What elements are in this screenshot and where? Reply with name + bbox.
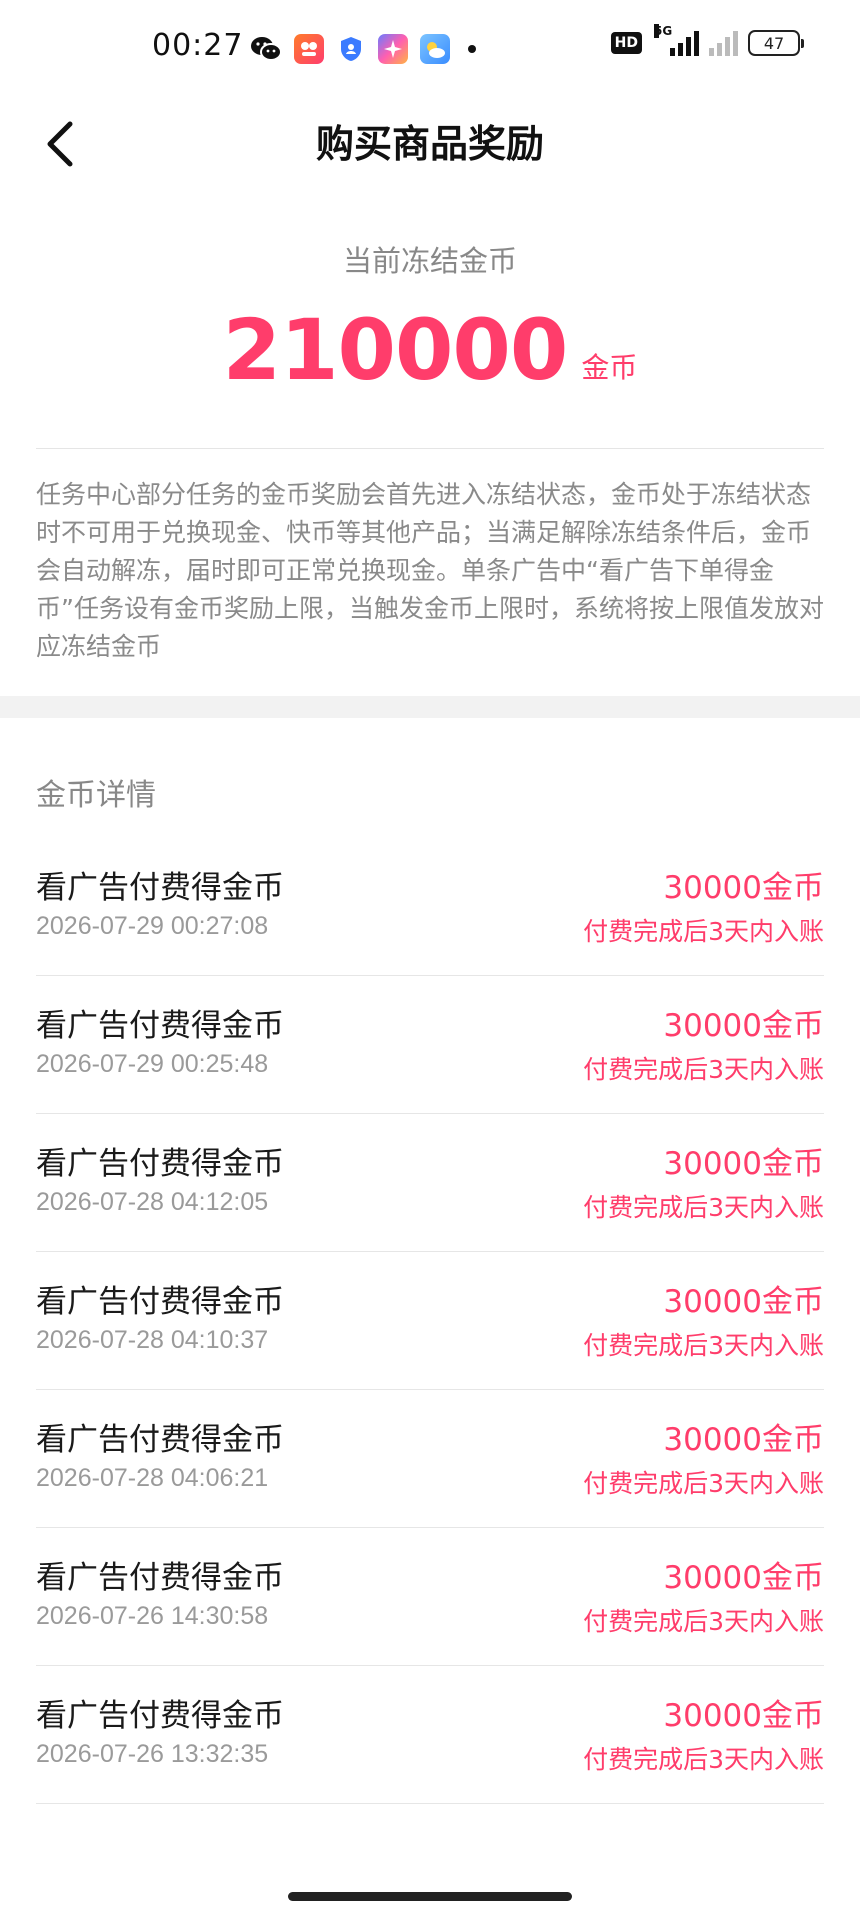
item-name: 看广告付费得金币 <box>36 870 284 906</box>
item-name: 看广告付费得金币 <box>36 1146 284 1182</box>
signal-5g-icon: 5G <box>652 24 699 56</box>
list-item: 看广告付费得金币 2026-07-29 00:27:08 30000金币 付费完… <box>36 838 824 976</box>
system-icons: HD 5G 47 <box>610 24 804 56</box>
frozen-coins-summary: 当前冻结金币 210000 金币 <box>0 238 860 396</box>
item-note: 付费完成后3天内入账 <box>583 1607 824 1636</box>
item-name: 看广告付费得金币 <box>36 1008 284 1044</box>
item-amount: 30000金币 <box>663 1560 824 1596</box>
frozen-coins-unit: 金币 <box>581 351 638 384</box>
list-item: 看广告付费得金币 2026-07-26 13:32:35 30000金币 付费完… <box>36 1666 824 1804</box>
home-indicator[interactable] <box>288 1892 572 1901</box>
list-item: 看广告付费得金币 2026-07-28 04:12:05 30000金币 付费完… <box>36 1114 824 1252</box>
notification-icons <box>250 32 476 66</box>
coin-details-list: 看广告付费得金币 2026-07-29 00:27:08 30000金币 付费完… <box>36 838 824 1804</box>
item-amount: 30000金币 <box>663 1698 824 1734</box>
frozen-coins-amount-row: 210000 金币 <box>0 304 860 396</box>
weather-icon <box>420 34 450 64</box>
signal-secondary-icon <box>709 30 738 56</box>
item-note: 付费完成后3天内入账 <box>583 917 824 946</box>
item-amount: 30000金币 <box>663 1284 824 1320</box>
battery-level: 47 <box>763 33 785 53</box>
coin-details-title: 金币详情 <box>36 778 156 813</box>
item-amount: 30000金币 <box>663 1422 824 1458</box>
item-note: 付费完成后3天内入账 <box>583 1193 824 1222</box>
list-item: 看广告付费得金币 2026-07-28 04:10:37 30000金币 付费完… <box>36 1252 824 1390</box>
item-amount: 30000金币 <box>663 1008 824 1044</box>
status-time: 00:27 <box>152 28 244 63</box>
battery-icon: 47 <box>748 30 804 56</box>
list-item: 看广告付费得金币 2026-07-26 14:30:58 30000金币 付费完… <box>36 1528 824 1666</box>
item-name: 看广告付费得金币 <box>36 1284 284 1320</box>
more-notifications-dot <box>468 45 476 53</box>
frozen-coins-amount: 210000 <box>222 301 569 399</box>
frozen-coins-label: 当前冻结金币 <box>342 244 517 278</box>
item-time: 2026-07-29 00:25:48 <box>36 1050 269 1078</box>
section-separator <box>0 696 860 718</box>
status-bar: 00:27 HD 5G 47 <box>0 0 860 100</box>
hd-voice-icon: HD <box>610 32 642 54</box>
item-note: 付费完成后3天内入账 <box>583 1745 824 1774</box>
item-amount: 30000金币 <box>663 870 824 906</box>
item-time: 2026-07-28 04:10:37 <box>36 1326 269 1354</box>
item-note: 付费完成后3天内入账 <box>583 1331 824 1360</box>
item-note: 付费完成后3天内入账 <box>583 1469 824 1498</box>
taobao-icon <box>294 34 324 64</box>
wechat-icon <box>250 34 282 64</box>
item-amount: 30000金币 <box>663 1146 824 1182</box>
page-title: 购买商品奖励 <box>315 122 544 166</box>
divider <box>36 448 824 449</box>
item-time: 2026-07-26 14:30:58 <box>36 1602 269 1630</box>
item-time: 2026-07-28 04:06:21 <box>36 1464 269 1492</box>
item-note: 付费完成后3天内入账 <box>583 1055 824 1084</box>
item-name: 看广告付费得金币 <box>36 1698 284 1734</box>
nav-header: 购买商品奖励 <box>0 100 860 210</box>
frozen-coins-description: 任务中心部分任务的金币奖励会首先进入冻结状态，金币处于冻结状态时不可用于兑换现金… <box>36 480 824 661</box>
item-time: 2026-07-28 04:12:05 <box>36 1188 269 1216</box>
shield-icon <box>336 34 366 64</box>
list-item: 看广告付费得金币 2026-07-29 00:25:48 30000金币 付费完… <box>36 976 824 1114</box>
screen: 00:27 HD 5G 47 购买商品奖励 当前冻结金币 210000 金币 任… <box>0 0 860 1920</box>
item-name: 看广告付费得金币 <box>36 1560 284 1596</box>
star-app-icon <box>378 34 408 64</box>
list-item: 看广告付费得金币 2026-07-28 04:06:21 30000金币 付费完… <box>36 1390 824 1528</box>
item-time: 2026-07-26 13:32:35 <box>36 1740 269 1768</box>
item-name: 看广告付费得金币 <box>36 1422 284 1458</box>
item-time: 2026-07-29 00:27:08 <box>36 912 269 940</box>
